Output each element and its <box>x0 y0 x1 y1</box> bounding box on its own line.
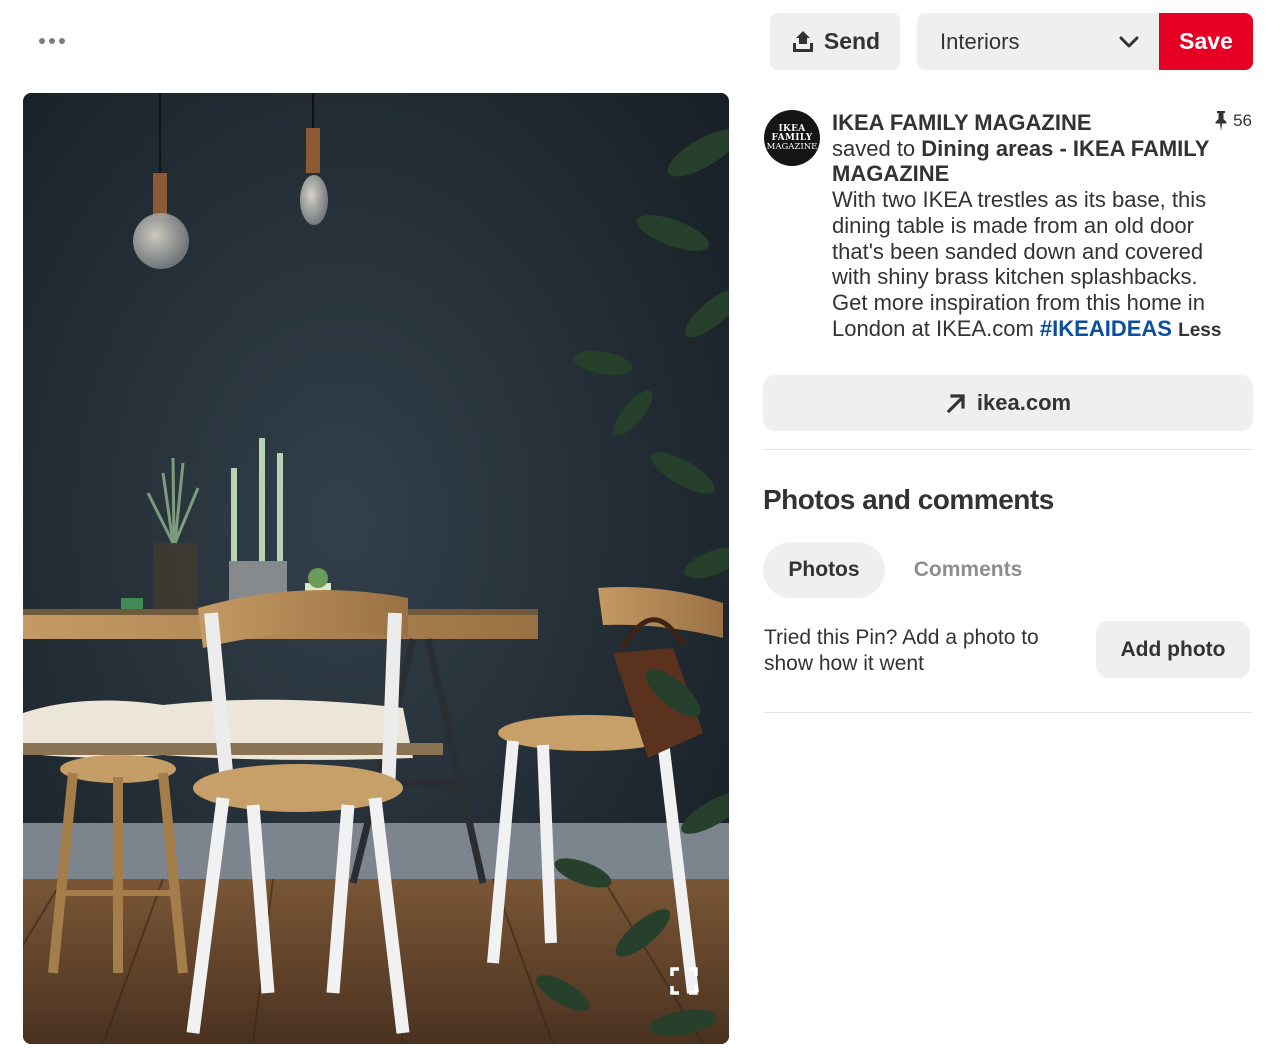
more-options-button[interactable] <box>30 26 74 56</box>
share-upload-icon <box>792 30 813 52</box>
add-photo-label: Add photo <box>1120 637 1226 661</box>
saved-to-text: saved to <box>832 135 916 161</box>
board-select-dropdown[interactable]: Interiors <box>917 13 1160 70</box>
tab-photos[interactable]: Photos <box>763 542 885 598</box>
arrow-up-right-icon <box>946 394 966 414</box>
add-photo-button[interactable]: Add photo <box>1096 621 1250 678</box>
avatar-text-line: MAGAZINE <box>766 141 818 152</box>
section-title: Photos and comments <box>763 484 1054 515</box>
save-button[interactable]: Save <box>1159 13 1253 70</box>
pin-image[interactable] <box>23 93 729 1044</box>
tried-pin-prompt: Tried this Pin? Add a photo to show how … <box>764 626 1039 675</box>
ellipsis-dot <box>59 38 65 44</box>
board-select-value: Interiors <box>940 28 1020 54</box>
send-label: Send <box>823 28 881 54</box>
author-name-link[interactable]: IKEA FAMILY MAGAZINE <box>832 110 1092 135</box>
dining-room-photo <box>23 93 729 1044</box>
chevron-down-icon <box>1119 36 1139 47</box>
ellipsis-dot <box>49 38 55 44</box>
source-link-label: ikea.com <box>976 390 1072 415</box>
less-link[interactable]: Less <box>1178 320 1221 341</box>
send-button[interactable]: Send <box>770 13 900 70</box>
divider <box>763 712 1253 713</box>
tab-comments[interactable]: Comments <box>893 542 1043 598</box>
save-label: Save <box>1179 28 1233 54</box>
hashtag-link[interactable]: #IKEAIDEAS <box>1040 316 1172 341</box>
pin-description: IKEA FAMILY MAGAZINE saved to Dining are… <box>832 110 1237 343</box>
ellipsis-icon <box>39 38 45 44</box>
source-link-button[interactable]: ikea.com <box>763 375 1253 431</box>
expand-corners-icon[interactable] <box>669 966 699 996</box>
author-avatar[interactable]: IKEA FAMILY MAGAZINE <box>764 110 820 166</box>
divider <box>763 449 1253 450</box>
